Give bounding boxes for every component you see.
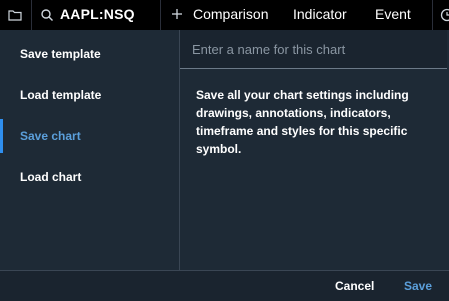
save-chart-description: Save all your chart settings including d… [196, 88, 409, 156]
search-icon[interactable] [40, 8, 54, 22]
menu-item-save-template[interactable]: Save template [0, 37, 179, 71]
menu-item-load-template[interactable]: Load template [0, 78, 179, 112]
toolbar-divider [432, 0, 433, 30]
folder-icon[interactable] [8, 8, 22, 22]
plus-icon[interactable] [171, 8, 183, 20]
menu-item-save-chart[interactable]: Save chart [0, 119, 179, 153]
event-button[interactable]: Event [375, 6, 411, 22]
dialog-footer [0, 270, 449, 301]
chart-settings-menu: Save template Load template Save chart L… [0, 30, 179, 270]
clock-icon[interactable] [440, 8, 449, 22]
indicator-button[interactable]: Indicator [293, 6, 347, 22]
chart-name-input[interactable] [180, 30, 447, 69]
symbol-search-input[interactable]: AAPL:NSQ [60, 6, 135, 22]
top-toolbar: AAPL:NSQ Comparison Indicator Event [0, 0, 449, 30]
cancel-button[interactable]: Cancel [335, 279, 374, 293]
save-button[interactable]: Save [404, 279, 432, 293]
toolbar-divider [31, 0, 32, 30]
comparison-button[interactable]: Comparison [193, 6, 268, 22]
toolbar-divider [160, 0, 161, 30]
menu-item-load-chart[interactable]: Load chart [0, 160, 179, 194]
